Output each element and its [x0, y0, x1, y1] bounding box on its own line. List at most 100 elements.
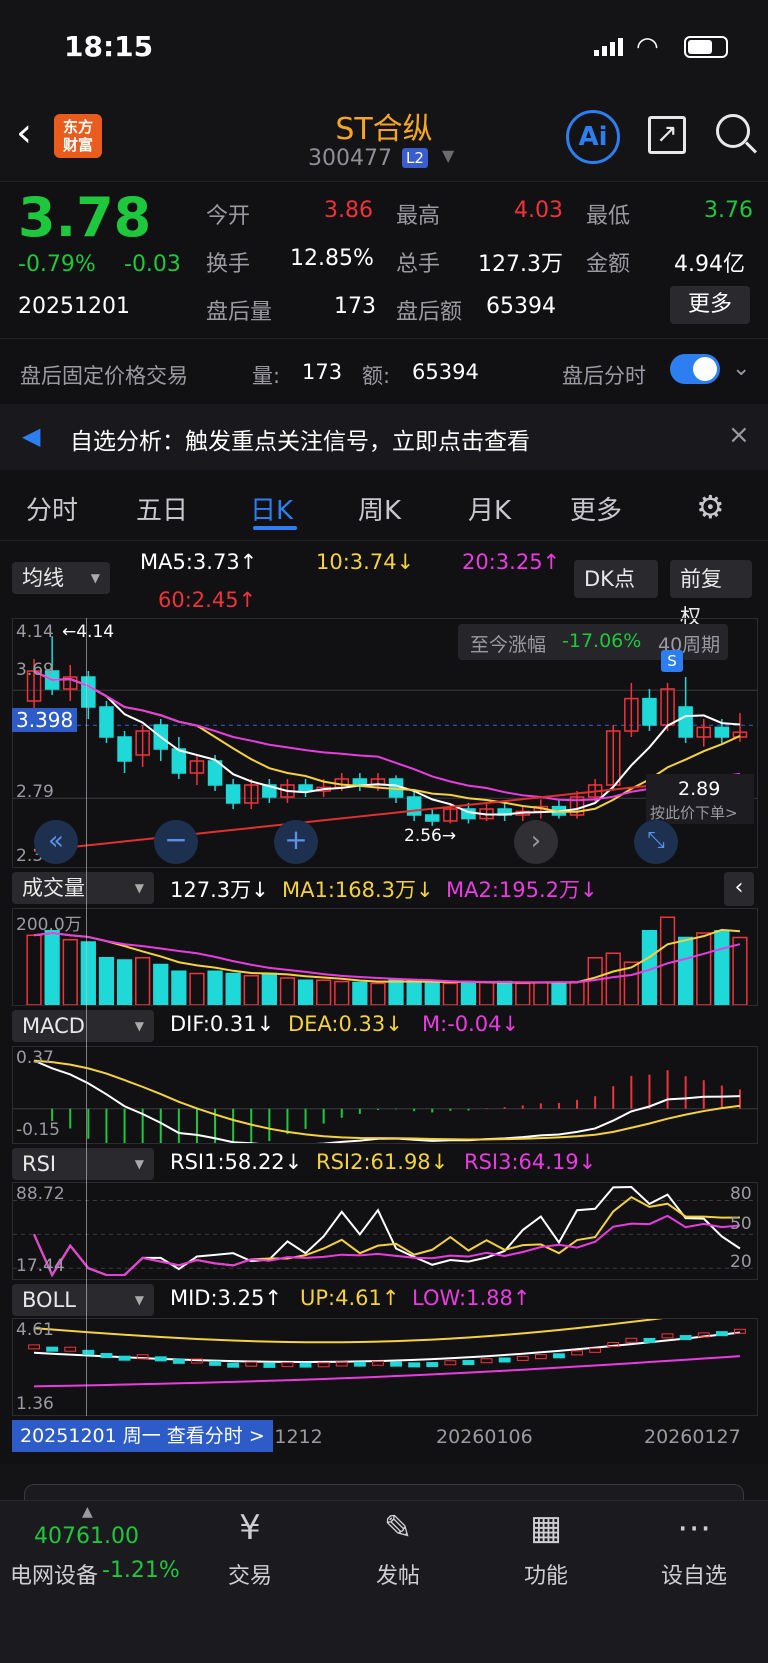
boll-candle [227, 1362, 240, 1368]
volume-bar [732, 936, 748, 1006]
after-hours-amt: 65394 [412, 360, 479, 384]
boll-axis-bottom: 1.36 [16, 1394, 54, 1414]
boll-candle [444, 1360, 457, 1366]
volume-bar [714, 930, 730, 1006]
volume-label: 总手 [396, 252, 441, 277]
boll-candle [643, 1337, 656, 1343]
adjust-button[interactable]: 前复权 [670, 560, 752, 629]
volume-bar [334, 980, 350, 1006]
candle-body [298, 784, 313, 792]
macd-selector-label: MACD [22, 1014, 85, 1038]
rsi-selector[interactable]: RSI ▼ [12, 1148, 154, 1180]
zoom-out-icon[interactable]: − [154, 820, 198, 864]
macd-dif-line [33, 1059, 740, 1146]
nav-post[interactable]: 发帖 [348, 1558, 448, 1590]
function-grid-icon[interactable]: ▦ [496, 1508, 596, 1548]
volume-bar [605, 952, 621, 1006]
date-label-2: 20260106 [436, 1426, 533, 1448]
more-dots-icon[interactable]: ⋯ [644, 1508, 744, 1548]
volume-bar [352, 981, 368, 1006]
boll-candle [498, 1357, 511, 1363]
price-tag-value: 2.89 [678, 778, 721, 800]
chevron-down-icon[interactable]: ⌄ [732, 356, 750, 381]
volume-bar [551, 981, 567, 1006]
more-button[interactable]: 更多 [670, 286, 750, 324]
volume-bar [442, 982, 458, 1006]
ma5-label: MA5:3.73↑ [140, 550, 258, 574]
tab-more[interactable]: 更多 [570, 490, 622, 527]
volume-bar [135, 957, 151, 1006]
boll-candle [317, 1362, 330, 1368]
macd-selector[interactable]: MACD ▼ [12, 1010, 154, 1042]
tab-daily-k[interactable]: 日K [250, 490, 293, 527]
post-edit-icon[interactable]: ✎ [348, 1508, 448, 1548]
ma-selector[interactable]: 均线 ▼ [12, 562, 110, 594]
index-value[interactable]: 40761.00 [34, 1524, 139, 1549]
caret-icon: ▼ [134, 1293, 144, 1307]
price-tag-hint[interactable]: 按此价下单> [650, 802, 738, 823]
close-icon[interactable]: × [728, 420, 750, 450]
fullscreen-icon[interactable]: ⤡ [634, 820, 678, 864]
collapse-left-icon[interactable]: ‹ [724, 872, 754, 906]
volume-bar [279, 977, 296, 1006]
banner-text[interactable]: 自选分析：触发重点关注信号，立即点击查看 [70, 422, 530, 456]
index-name[interactable]: 电网设备 [10, 1558, 98, 1590]
nav-add-watchlist[interactable]: 设自选 [644, 1558, 744, 1590]
volume-selector[interactable]: 成交量 ▼ [12, 872, 154, 904]
stock-code: 300477 [308, 146, 392, 171]
boll-candle [281, 1362, 294, 1368]
ma-selector-label: 均线 [22, 566, 64, 590]
boll-selector[interactable]: BOLL ▼ [12, 1284, 154, 1316]
rsi1-label: RSI1:58.22↓ [170, 1150, 303, 1174]
share-icon[interactable]: ↗ [648, 116, 686, 154]
volume-selector-label: 成交量 [22, 876, 85, 900]
ai-icon[interactable]: Ai [566, 110, 620, 164]
index-change[interactable]: -1.21% [102, 1558, 180, 1583]
macd-chart [12, 1046, 758, 1172]
trade-icon[interactable]: ¥ [200, 1508, 300, 1548]
dk-point-button[interactable]: DK点 [574, 560, 658, 598]
macd-dif: DIF:0.31↓ [170, 1012, 275, 1036]
cursor-date-button[interactable]: 20251201 周一 查看分时 > [12, 1420, 273, 1452]
divider [0, 338, 768, 339]
volume-bar [678, 936, 694, 1006]
settings-gear-icon[interactable]: ⚙ [696, 488, 725, 526]
boll-candle [154, 1356, 167, 1362]
rsi-axis-top: 88.72 [16, 1184, 65, 1204]
tab-monthly-k[interactable]: 月K [468, 490, 511, 527]
tab-intraday[interactable]: 分时 [26, 490, 78, 527]
scroll-left-icon[interactable]: « [34, 820, 78, 864]
candle-body [406, 796, 422, 816]
tab-five-day[interactable]: 五日 [136, 490, 188, 527]
battery-icon [684, 36, 728, 58]
volume-bar [207, 970, 223, 1006]
sell-marker[interactable]: S [661, 650, 683, 672]
zoom-in-icon[interactable]: + [274, 820, 318, 864]
volume-bar [171, 970, 187, 1006]
last-price: 3.78 [18, 186, 152, 249]
tab-weekly-k[interactable]: 周K [358, 490, 401, 527]
boll-axis-top: 4.61 [16, 1320, 54, 1340]
boll-svg [28, 1306, 746, 1388]
volume-bar [370, 982, 386, 1006]
k-axis-max: 4.14 [16, 622, 54, 642]
after-hours-toggle[interactable] [670, 354, 720, 384]
nav-function[interactable]: 功能 [496, 1558, 596, 1590]
open-value: 3.86 [324, 198, 373, 223]
rsi-chart [12, 1182, 758, 1280]
scroll-right-icon[interactable]: › [514, 820, 558, 864]
ma20-label: 20:3.25↑ [462, 550, 561, 574]
expand-up-icon[interactable]: ▲ [82, 1504, 93, 1520]
wifi-icon: ◠ [636, 32, 659, 62]
l2-badge[interactable]: L2 [402, 148, 428, 168]
ah-amt-value: 65394 [486, 294, 556, 319]
boll-candle [462, 1360, 475, 1366]
boll-candle [553, 1353, 565, 1359]
k-low-mark: 2.56→ [404, 826, 457, 846]
speaker-icon: ◀ [22, 422, 41, 450]
chevron-down-icon[interactable]: ▼ [442, 146, 454, 165]
volume-ma2: MA2:195.2万↓ [446, 878, 598, 902]
volume-bar [569, 980, 585, 1006]
rsi-level-50: 50 [730, 1214, 752, 1234]
nav-trade[interactable]: 交易 [200, 1558, 300, 1590]
